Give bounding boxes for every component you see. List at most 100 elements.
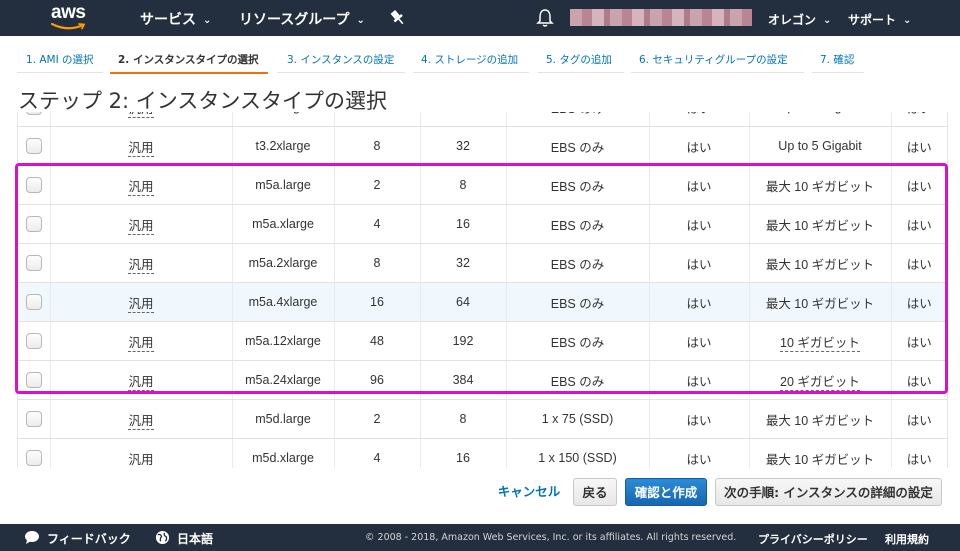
support-menu[interactable]: サポート ⌄ <box>848 11 911 28</box>
terms-link[interactable]: 利用規約 <box>885 531 929 547</box>
instance-storage: 1 x 75 (SSD) <box>541 412 614 426</box>
ipv6-support-cell: はい <box>891 282 947 322</box>
network-performance: 最大 10 ギガビット <box>765 218 875 233</box>
table-row[interactable]: 汎用 m5a.2xlarge 8 32 EBS のみ はい 最大 10 ギガビット はい <box>18 243 947 283</box>
table-row[interactable]: 汎用 m5d.large 2 8 1 x 75 (SSD) はい 最大 10 ギガビット はい <box>18 399 947 439</box>
ebs-optimized: はい <box>686 296 712 311</box>
cancel-button[interactable]: キャンセル <box>493 478 565 506</box>
tab-instance-config[interactable]: 3. インスタンスの設定 <box>287 52 394 67</box>
memory: 192 <box>452 334 474 348</box>
tab-divider <box>812 72 864 73</box>
table-row[interactable]: 汎用 m5a.12xlarge 48 192 EBS のみ はい 10 ギガビット はい <box>18 321 947 361</box>
instance-storage: 1 x 150 (SSD) <box>538 451 617 465</box>
review-and-launch-button[interactable]: 確認と作成 <box>625 478 707 506</box>
network-performance: 最大 10 ギガビット <box>765 296 875 311</box>
vcpu: 16 <box>370 295 384 309</box>
next-configure-instance-button[interactable]: 次の手順: インスタンスの詳細の設定 <box>715 478 942 506</box>
table-row[interactable]: 汎用 t3.2xlarge 8 32 EBS のみ はい Up to 5 Gigabit はい <box>18 126 947 166</box>
family: 汎用 <box>128 374 154 391</box>
region-label: オレゴン <box>768 13 817 27</box>
select-cell <box>18 399 51 439</box>
privacy-policy-link[interactable]: プライバシーポリシー <box>758 531 868 547</box>
table-row[interactable]: 汎用 m5a.4xlarge 16 64 EBS のみ はい 最大 10 ギガビット はい <box>18 282 947 322</box>
instance-storage: EBS のみ <box>550 335 605 350</box>
row-checkbox[interactable] <box>25 450 42 466</box>
row-checkbox[interactable] <box>25 138 42 154</box>
memory-cell: 32 <box>420 243 507 283</box>
ipv6-support-cell: はい <box>891 165 947 205</box>
instance-type: m5a.2xlarge <box>248 256 318 270</box>
region-menu[interactable]: オレゴン ⌄ <box>768 11 831 28</box>
row-checkbox[interactable] <box>25 333 42 349</box>
table-row[interactable]: 汎用 m5a.24xlarge 96 384 EBS のみ はい 20 ギガビット はい <box>18 360 947 400</box>
chevron-down-icon: ⌄ <box>903 15 912 26</box>
row-checkbox[interactable] <box>25 411 42 427</box>
ipv6-support-cell: はい <box>891 126 947 166</box>
instance-storage-cell: EBS のみ <box>506 243 650 283</box>
instance-storage-cell: EBS のみ <box>506 165 650 205</box>
tab-tags[interactable]: 5. タグの追加 <box>546 52 612 67</box>
instance-storage-cell: EBS のみ <box>506 360 650 400</box>
row-checkbox[interactable] <box>25 216 42 232</box>
chevron-down-icon: ⌄ <box>823 15 832 26</box>
memory-cell: 8 <box>420 399 507 439</box>
instance-type: m5a.24xlarge <box>245 373 321 387</box>
memory: 384 <box>452 373 474 387</box>
vcpu: 2 <box>373 178 381 192</box>
feedback-link[interactable]: フィードバック <box>47 530 131 547</box>
memory: 32 <box>456 139 470 153</box>
support-label: サポート <box>848 13 897 27</box>
pin-icon[interactable] <box>388 8 408 28</box>
vcpu-cell: 8 <box>334 243 421 283</box>
tab-ami[interactable]: 1. AMI の選択 <box>26 52 94 67</box>
memory-cell: 8 <box>420 165 507 205</box>
select-cell <box>18 165 51 205</box>
memory: 8 <box>459 412 467 426</box>
ebs-optimized-cell: はい <box>649 282 750 322</box>
back-button[interactable]: 戻る <box>573 478 617 506</box>
table-row[interactable]: 汎用 m5a.xlarge 4 16 EBS のみ はい 最大 10 ギガビット はい <box>18 204 947 244</box>
instance-type: t3.2xlarge <box>255 139 311 153</box>
tab-instance-type[interactable]: 2. インスタンスタイプの選択 <box>118 52 259 67</box>
instance-type-table[interactable]: 汎用t3.xlarge416EBS のみはいUp to 5 Gigabitはい汎… <box>17 112 948 468</box>
aws-logo[interactable]: aws <box>47 2 97 33</box>
services-menu[interactable]: サービス ⌄ <box>140 9 211 29</box>
instance-storage-cell: EBS のみ <box>506 204 650 244</box>
ipv6-support-cell: はい <box>891 321 947 361</box>
feedback-icon <box>25 531 39 544</box>
network-performance: Up to 5 Gigabit <box>778 112 861 114</box>
instance-type-cell: m5d.large <box>232 399 335 439</box>
active-tab-underline <box>110 72 268 74</box>
resource-groups-menu[interactable]: リソースグループ ⌄ <box>239 9 365 29</box>
language-selector[interactable]: 日本語 <box>177 530 213 547</box>
row-checkbox[interactable] <box>25 177 42 193</box>
ipv6-support: はい <box>906 296 932 311</box>
instance-type-cell: m5a.2xlarge <box>232 243 335 283</box>
page-title: ステップ 2: インスタンスタイプの選択 <box>18 89 387 113</box>
tab-divider <box>277 72 405 73</box>
vcpu: 96 <box>370 373 384 387</box>
ipv6-support: はい <box>906 218 932 233</box>
select-cell <box>18 438 51 468</box>
account-name-redacted[interactable] <box>570 9 752 26</box>
vcpu: 48 <box>370 334 384 348</box>
select-cell <box>18 321 51 361</box>
ipv6-support: はい <box>906 335 932 350</box>
row-checkbox[interactable] <box>25 294 42 310</box>
row-checkbox[interactable] <box>25 255 42 271</box>
family-cell: 汎用 <box>50 282 233 322</box>
tab-storage[interactable]: 4. ストレージの追加 <box>421 52 518 67</box>
ebs-optimized-cell: はい <box>649 204 750 244</box>
select-cell <box>18 243 51 283</box>
family-cell: 汎用 <box>50 126 233 166</box>
globe-icon <box>155 530 170 545</box>
row-checkbox[interactable] <box>25 372 42 388</box>
table-row[interactable]: 汎用 m5d.xlarge 4 16 1 x 150 (SSD) はい 最大 10 ギガビッ… <box>18 438 947 468</box>
memory-cell: 384 <box>420 360 507 400</box>
table-row[interactable]: 汎用 m5a.large 2 8 EBS のみ はい 最大 10 ギガビット はい <box>18 165 947 205</box>
instance-storage-cell: EBS のみ <box>506 112 650 127</box>
family: 汎用 <box>128 335 154 352</box>
tab-security-group[interactable]: 6. セキュリティグループの設定 <box>639 52 788 67</box>
bell-icon[interactable] <box>536 8 554 28</box>
tab-review[interactable]: 7. 確認 <box>820 52 854 67</box>
